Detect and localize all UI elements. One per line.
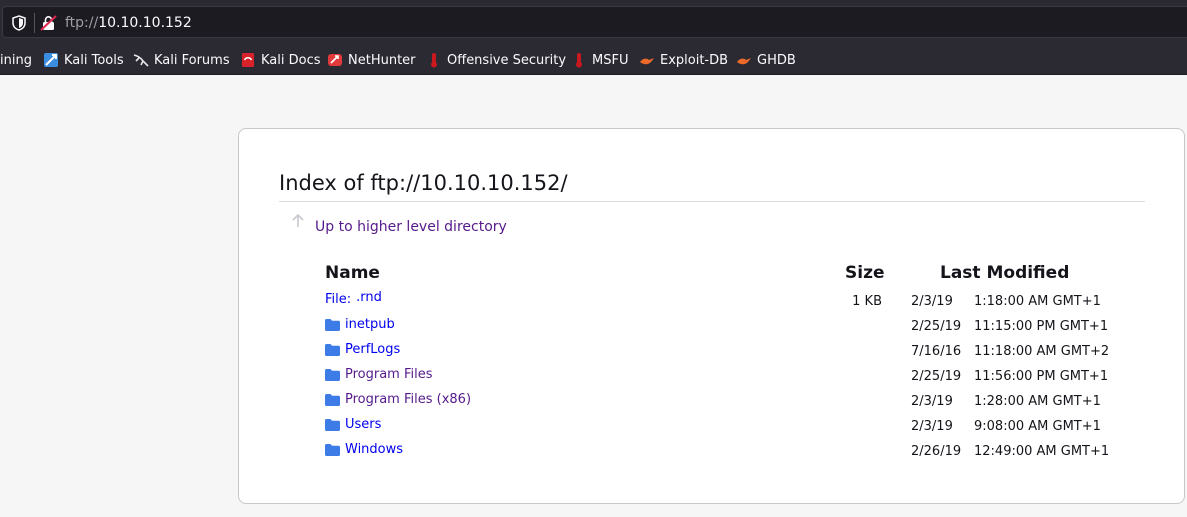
folder-icon	[325, 443, 340, 456]
folder-icon	[325, 318, 340, 331]
bookmark-kali-forums[interactable]: Kali Forums	[133, 50, 230, 70]
modified-time: 11:15:00 PM GMT+1	[974, 319, 1109, 334]
up-directory-row[interactable]: Up to higher level directory	[291, 213, 507, 235]
file-link[interactable]: File: .rnd	[325, 290, 382, 307]
table-row: File: .rnd 1 KB 2/3/19 1:18:00 AM GMT+1	[239, 290, 1184, 317]
table-row: Program Files (x86) 2/3/19 1:28:00 AM GM…	[239, 392, 1184, 417]
folder-icon	[325, 343, 340, 356]
bookmark-label: ining	[0, 52, 32, 68]
folder-link[interactable]: Program Files (x86)	[325, 392, 471, 407]
folder-icon	[325, 393, 340, 406]
up-directory-link[interactable]: Up to higher level directory	[315, 219, 507, 235]
bookmark-label: Exploit-DB	[660, 52, 729, 68]
modified-time: 12:49:00 AM GMT+1	[974, 444, 1110, 459]
bookmark-label: Offensive Security	[447, 52, 567, 68]
page-title: Index of ftp://10.10.10.152/	[279, 171, 1145, 202]
kali-docs-icon	[242, 53, 254, 67]
folder-name[interactable]: PerfLogs	[345, 342, 400, 357]
ghdb-icon	[737, 58, 751, 65]
folder-link[interactable]: inetpub	[325, 317, 395, 332]
file-prefix-label: File:	[325, 292, 352, 307]
modified-time: 11:18:00 AM GMT+2	[974, 344, 1110, 359]
bookmark-msfu[interactable]: MSFU	[571, 50, 628, 70]
folder-icon	[325, 418, 340, 431]
bookmark-label: GHDB	[757, 52, 796, 68]
modified-date: 2/3/19	[911, 394, 953, 409]
bookmark-label: Kali Tools	[64, 52, 124, 68]
bookmarks-toolbar: ining Kali Tools Kali Forums Kali Docs N…	[0, 44, 1187, 75]
bookmark-label: Kali Forums	[154, 52, 230, 68]
modified-date: 2/26/19	[911, 444, 962, 459]
folder-icon	[325, 368, 340, 381]
modified-time: 1:18:00 AM GMT+1	[974, 294, 1101, 309]
folder-link[interactable]: PerfLogs	[325, 342, 400, 357]
exploitdb-icon	[640, 58, 654, 65]
modified-date: 2/3/19	[911, 294, 953, 309]
url-text[interactable]: ftp://10.10.10.152	[65, 14, 192, 32]
modified-date: 7/16/16	[911, 344, 962, 359]
kali-dragon-icon	[133, 54, 149, 67]
offsec-icon	[431, 53, 437, 68]
insecure-lock-icon[interactable]	[40, 15, 58, 31]
url-host: 10.10.10.152	[98, 15, 192, 31]
modified-date: 2/3/19	[911, 419, 953, 434]
table-row: Program Files 2/25/19 11:56:00 PM GMT+1	[239, 367, 1184, 392]
msfu-icon	[576, 53, 582, 68]
column-header-name[interactable]: Name	[325, 263, 380, 283]
folder-name[interactable]: Windows	[345, 442, 403, 457]
bookmark-exploit-db[interactable]: Exploit-DB	[639, 50, 728, 70]
file-size: 1 KB	[852, 294, 882, 309]
directory-listing-card: Index of ftp://10.10.10.152/ Up to highe…	[238, 128, 1185, 504]
folder-name[interactable]: Users	[345, 417, 381, 432]
folder-name[interactable]: Program Files (x86)	[345, 392, 471, 407]
bookmark-label: NetHunter	[348, 52, 416, 68]
bookmark-label: MSFU	[592, 52, 629, 68]
modified-time: 9:08:00 AM GMT+1	[974, 419, 1101, 434]
modified-date: 2/25/19	[911, 369, 962, 384]
bookmark-kali-tools[interactable]: Kali Tools	[43, 50, 124, 70]
folder-name[interactable]: Program Files	[345, 367, 433, 382]
folder-link[interactable]: Users	[325, 417, 381, 432]
bookmark-nethunter[interactable]: NetHunter	[327, 50, 416, 70]
table-row: PerfLogs 7/16/16 11:18:00 AM GMT+2	[239, 342, 1184, 367]
bookmark-training[interactable]: ining	[0, 50, 32, 70]
bookmark-kali-docs[interactable]: Kali Docs	[240, 50, 321, 70]
modified-time: 1:28:00 AM GMT+1	[974, 394, 1101, 409]
tracking-protection-shield-icon[interactable]	[12, 15, 26, 31]
kali-tools-icon	[44, 53, 58, 67]
navigation-toolbar: ftp://10.10.10.152	[0, 0, 1187, 44]
table-row: inetpub 2/25/19 11:15:00 PM GMT+1	[239, 317, 1184, 342]
urlbar-separator	[34, 13, 35, 33]
bookmark-label: Kali Docs	[261, 52, 321, 68]
folder-name[interactable]: inetpub	[345, 317, 395, 332]
column-header-last-modified[interactable]: Last Modified	[940, 263, 1069, 283]
url-scheme: ftp://	[65, 15, 99, 31]
modified-date: 2/25/19	[911, 319, 962, 334]
file-name[interactable]: .rnd	[356, 290, 382, 305]
column-header-size[interactable]: Size	[845, 263, 885, 283]
modified-time: 11:56:00 PM GMT+1	[974, 369, 1109, 384]
bookmark-offensive-security[interactable]: Offensive Security	[426, 50, 566, 70]
folder-link[interactable]: Program Files	[325, 367, 433, 382]
nethunter-icon	[328, 54, 342, 66]
folder-link[interactable]: Windows	[325, 442, 403, 457]
table-row: Users 2/3/19 9:08:00 AM GMT+1	[239, 417, 1184, 442]
table-row: Windows 2/26/19 12:49:00 AM GMT+1	[239, 442, 1184, 467]
up-arrow-icon	[292, 213, 304, 227]
url-bar[interactable]: ftp://10.10.10.152	[2, 6, 1187, 38]
bookmark-ghdb[interactable]: GHDB	[736, 50, 796, 70]
